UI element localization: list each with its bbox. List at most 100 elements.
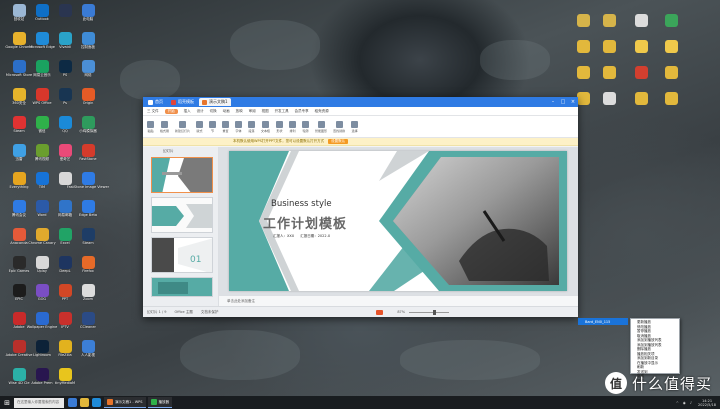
desktop-file[interactable] [626,66,656,88]
title-tabbar: 首页 稻壳模板 演示文稿1 – □ × [143,97,578,107]
tab-presentation1[interactable]: 演示文稿1 [199,98,231,106]
toolbar-button[interactable]: 查找替换 [333,120,345,133]
taskbar-app-player[interactable]: 播放器 [147,397,173,408]
menu-item[interactable]: 设计 [197,109,204,114]
slide-thumbnails-panel: 幻灯片 1 [143,147,219,306]
toolbar-button[interactable]: 新建幻灯片 [175,120,190,133]
desktop-file[interactable] [656,92,686,114]
toolbar-button[interactable]: 重置 [222,120,230,133]
desktop-file[interactable] [626,40,656,62]
menu-item[interactable]: 开发工具 [275,109,289,114]
shortcut-icon [81,60,95,73]
notes-pane[interactable]: 单击此处添加备注 [219,295,578,306]
menu-item[interactable]: 切换 [210,109,217,114]
menu-item[interactable]: 视图 [262,109,269,114]
desktop-file[interactable] [594,14,624,36]
desktop-file[interactable] [594,66,624,88]
shortcut-icon [35,340,49,353]
volume-icon[interactable]: ♪ [690,401,692,405]
current-slide[interactable]: Business style 工作计划模板 汇报人：XXX 汇报日期：2022.… [229,151,567,291]
taskbar: ⊞ 在这里输入你要搜索的内容 演示文稿1 - WPS 播放器 ^ ◉ ♪ 14:… [0,396,720,409]
minimize-button[interactable]: – [548,99,558,105]
desktop-file[interactable] [656,14,686,36]
desktop-file[interactable] [656,40,686,62]
desktop-shortcut[interactable]: 控制面板 [73,32,103,54]
shortcut-icon [35,144,49,157]
shortcut-label: DeepL [59,269,71,273]
toolbar-button[interactable]: 粘贴 [147,120,154,133]
desktop-file[interactable] [594,92,624,114]
desktop-shortcut[interactable]: Zoom [73,284,103,306]
toolbar-button[interactable]: 选择 [351,120,359,133]
desktop-shortcut[interactable]: FastStone Image Viewer [67,172,109,194]
toolbar-button[interactable]: 版式 [196,120,204,133]
play-slideshow-icon[interactable] [376,309,384,315]
shortcut-label: Steam [13,129,25,133]
slide-thumb-1[interactable]: 1 [151,157,213,193]
protection-status: 文档未保护 [200,309,219,314]
desktop-file[interactable] [656,66,686,88]
menu-item[interactable]: 会员专享 [295,109,309,114]
slide-thumb-3[interactable]: 01 [151,237,213,273]
desktop-file[interactable] [626,14,656,36]
desktop-shortcut[interactable]: 小鸡模拟器 [73,116,103,138]
desktop-shortcut[interactable]: 网络 [73,60,103,82]
menu-item[interactable]: 审阅 [249,109,256,114]
task-view-icon[interactable] [68,398,77,407]
menu-item[interactable]: 三 文件 [147,109,159,114]
desktop-shortcut[interactable]: 此电脑 [73,4,103,26]
desktop-shortcut[interactable]: CCleaner [73,312,103,334]
menu-item[interactable]: 放映 [236,109,243,114]
desktop-shortcut[interactable]: tinyMediaM [50,368,80,390]
maximize-button[interactable]: □ [558,99,568,105]
toolbar-button[interactable]: 节 [209,120,217,133]
shortcut-label: Edge Beta [79,213,97,217]
menu-item[interactable]: 插入 [184,109,191,114]
desktop-shortcut[interactable]: Firefox [73,256,103,278]
shortcut-label: CCleaner [80,325,96,329]
close-button[interactable]: × [568,99,578,105]
toolbar-button[interactable]: 文本框 [261,120,270,133]
taskbar-app-wps[interactable]: 演示文稿1 - WPS [104,397,146,408]
toolbar-icon [161,120,168,128]
slide-thumb-4[interactable] [151,277,213,297]
toolbar-button[interactable]: 形状 [276,120,284,133]
tray-chevron-icon[interactable]: ^ [676,401,679,405]
shortcut-icon [81,200,95,213]
windows-start-icon[interactable]: ⊞ [0,396,14,409]
toolbar-button[interactable]: 排列 [289,120,297,133]
desktop-shortcut[interactable]: FastStone [73,144,103,166]
tab-docer-templates[interactable]: 稻壳模板 [168,98,197,106]
shortcut-label: 此电脑 [82,17,94,21]
slide-thumb-2[interactable] [151,197,213,233]
toolbar-button[interactable]: 轮廓 [302,120,310,133]
network-icon[interactable]: ◉ [683,401,686,405]
edge-icon[interactable] [92,398,101,407]
shortcut-icon [58,172,72,185]
shortcut-icon [58,256,72,269]
zoom-slider[interactable] [409,309,450,315]
set-default-button[interactable]: 设置默认 [328,139,349,144]
menu-item[interactable]: 稻壳资源 [315,109,329,114]
toolbar-button[interactable]: 段落 [248,120,256,133]
menu-item[interactable]: 开始 [164,108,178,114]
toolbar-button[interactable]: 智能图形 [315,120,327,133]
toolbar-button[interactable]: 字体 [235,120,243,133]
desktop-file[interactable] [626,92,656,114]
desktop-shortcut[interactable]: 人人影视 [73,340,103,362]
shortcut-label: IPTV [61,325,69,329]
taskbar-search-input[interactable]: 在这里输入你要搜索的内容 [14,397,64,408]
toolbar-button[interactable]: 格式刷 [160,120,169,133]
shortcut-icon [81,32,95,45]
shortcut-icon [12,172,26,185]
desktop-file[interactable] [594,40,624,62]
tab-home[interactable]: 首页 [145,98,166,106]
toolbar-icon [248,120,256,128]
taskbar-clock[interactable]: 14:21 2022/5/18 [698,399,716,407]
selected-file-item[interactable]: Bard_EN0_115 [578,318,628,325]
file-explorer-icon[interactable] [80,398,89,407]
desktop-shortcut[interactable]: Edge Beta [73,200,103,222]
desktop-shortcut[interactable]: Origin [73,88,103,110]
menu-item[interactable]: 动画 [223,109,230,114]
desktop-shortcut[interactable]: Steam [73,228,103,250]
